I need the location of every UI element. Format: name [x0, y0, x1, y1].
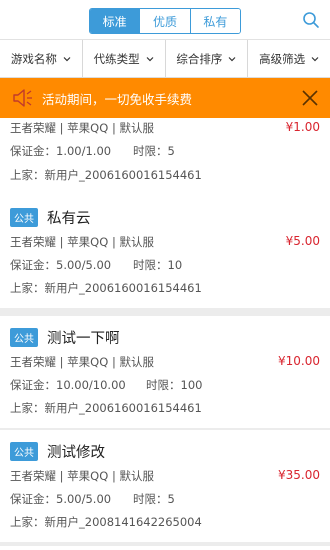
- order-card[interactable]: 公共 测试一下啊 ¥10.00 王者荣耀 | 苹果QQ | 默认服 保证金：10…: [0, 316, 330, 428]
- game-line: 王者荣耀 | 苹果QQ | 默认服: [10, 121, 154, 135]
- order-title: 测试一下啊: [47, 330, 120, 347]
- filter-advanced[interactable]: 高级筛选: [248, 40, 330, 77]
- filter-game-name[interactable]: 游戏名称: [0, 40, 83, 77]
- order-card[interactable]: 公共 测试修改 ¥35.00 王者荣耀 | 苹果QQ | 默认服 保证金：5.0…: [0, 430, 330, 542]
- order-title: 测试修改: [47, 444, 105, 461]
- public-badge: 公共: [10, 327, 38, 347]
- owner: 上家：新用户_2006160016154461: [10, 401, 202, 415]
- card-title-row: 公共 测试一下啊: [10, 326, 120, 348]
- time-limit: 时限：5: [133, 144, 175, 158]
- price: ¥1.00: [285, 120, 320, 134]
- filter-label: 高级筛选: [259, 51, 306, 66]
- order-card[interactable]: [0, 546, 330, 550]
- chevron-down-icon: [63, 56, 71, 61]
- chevron-down-icon: [146, 56, 154, 61]
- time-limit: 时限：5: [133, 492, 175, 506]
- time-limit: 时限：10: [133, 258, 183, 272]
- filter-sort[interactable]: 综合排序: [166, 40, 249, 77]
- price: ¥5.00: [285, 234, 320, 248]
- public-badge: 公共: [10, 207, 38, 227]
- tab-private[interactable]: 私有: [190, 9, 240, 33]
- owner: 上家：新用户_2006160016154461: [10, 168, 202, 182]
- owner: 上家：新用户_2006160016154461: [10, 281, 202, 295]
- top-header: 标准 优质 私有: [0, 0, 330, 40]
- filter-label: 游戏名称: [10, 51, 57, 66]
- deposit: 保证金：10.00/10.00: [10, 378, 126, 392]
- close-icon[interactable]: [302, 90, 318, 106]
- filter-boost-type[interactable]: 代练类型: [83, 40, 166, 77]
- speaker-icon: [13, 89, 32, 107]
- filter-label: 综合排序: [176, 51, 223, 66]
- chevron-down-icon: [228, 56, 236, 61]
- order-card[interactable]: ¥1.00 王者荣耀 | 苹果QQ | 默认服 保证金：1.00/1.00 时限…: [0, 110, 330, 196]
- owner: 上家：新用户_2008141642265004: [10, 515, 202, 529]
- tab-standard[interactable]: 标准: [90, 9, 141, 33]
- price: ¥35.00: [278, 468, 320, 482]
- notice-banner: 活动期间，一切免收手续费: [0, 78, 330, 118]
- deposit: 保证金：5.00/5.00: [10, 492, 112, 506]
- search-icon[interactable]: [302, 11, 320, 29]
- time-limit: 时限：100: [146, 378, 203, 392]
- deposit: 保证金：1.00/1.00: [10, 144, 112, 158]
- card-title-row: 公共 测试修改: [10, 440, 105, 462]
- notice-text: 活动期间，一切免收手续费: [42, 91, 193, 107]
- card-title-row: 公共 私有云: [10, 206, 91, 228]
- deposit: 保证金：5.00/5.00: [10, 258, 112, 272]
- order-type-tabs: 标准 优质 私有: [89, 8, 241, 34]
- filter-label: 代练类型: [93, 51, 140, 66]
- price: ¥10.00: [278, 354, 320, 368]
- filter-bar: 游戏名称 代练类型 综合排序 高级筛选: [0, 40, 330, 78]
- order-title: 私有云: [47, 210, 91, 227]
- game-line: 王者荣耀 | 苹果QQ | 默认服: [10, 235, 154, 249]
- public-badge: 公共: [10, 441, 38, 461]
- game-line: 王者荣耀 | 苹果QQ | 默认服: [10, 355, 154, 369]
- tab-premium[interactable]: 优质: [140, 9, 191, 33]
- order-card[interactable]: 公共 私有云 ¥5.00 王者荣耀 | 苹果QQ | 默认服 保证金：5.00/…: [0, 196, 330, 308]
- chevron-down-icon: [311, 56, 319, 61]
- game-line: 王者荣耀 | 苹果QQ | 默认服: [10, 469, 154, 483]
